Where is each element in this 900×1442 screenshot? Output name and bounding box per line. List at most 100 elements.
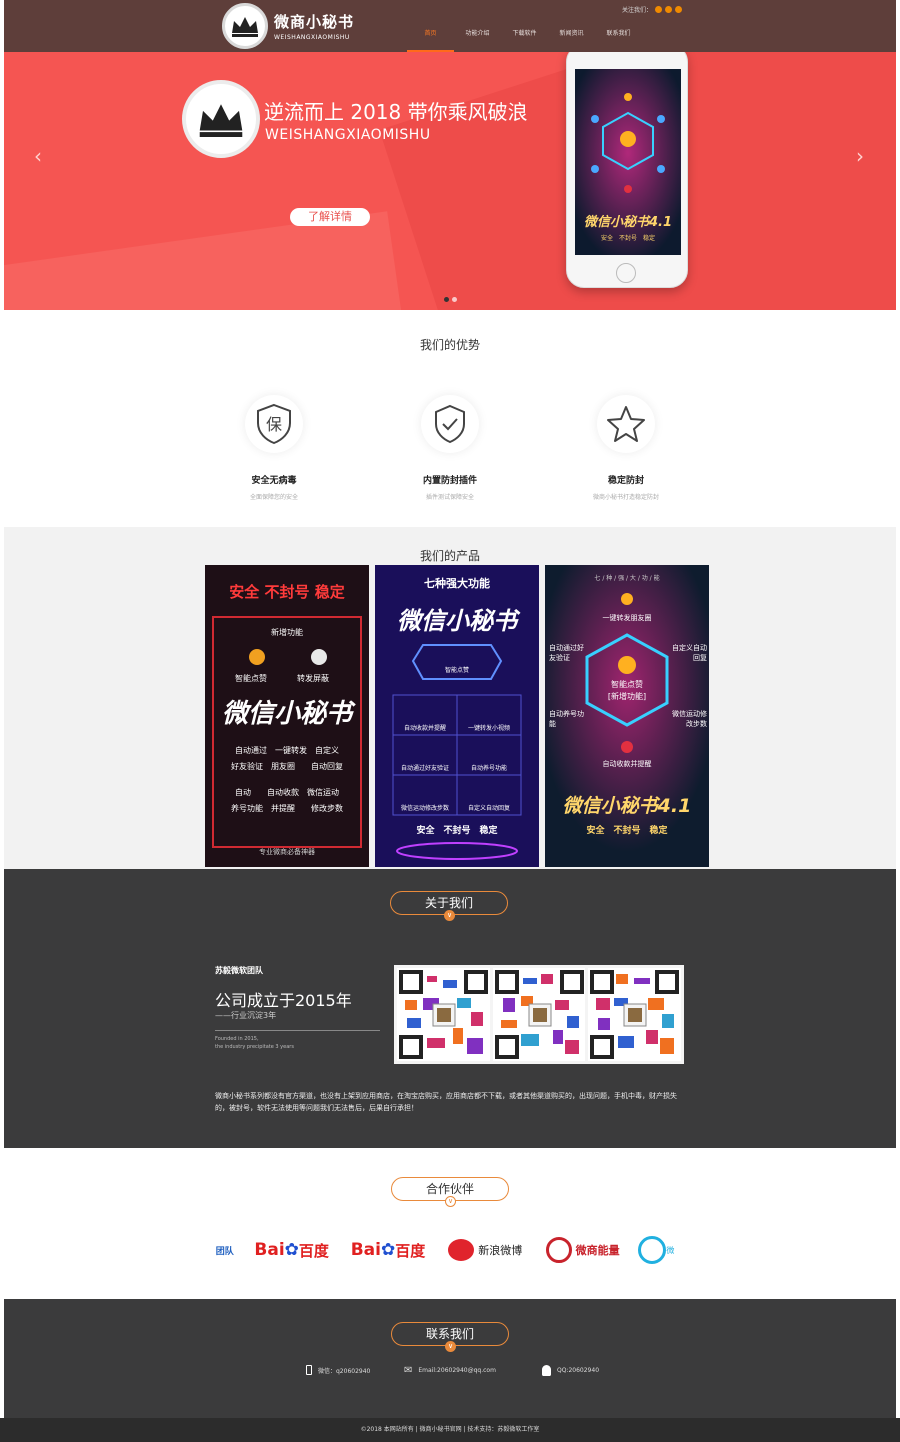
partner-logo[interactable]: 微商能量	[540, 1228, 624, 1272]
products-title: 我们的产品	[419, 549, 480, 563]
home-button	[616, 263, 636, 283]
product-new: 新增功能	[271, 628, 303, 637]
banner-subtitle: WEISHANGXIAOMISHU	[265, 127, 431, 143]
product-feature: 自定义自动回复	[672, 644, 707, 662]
product-cell: 自定义自动回复	[467, 805, 510, 812]
partner-name: 微	[666, 1245, 675, 1255]
slide-dot[interactable]	[444, 297, 449, 302]
slide-dot[interactable]	[452, 297, 457, 302]
product-footer: 安全 不封号 稳定	[416, 826, 498, 836]
prev-slide-icon[interactable]: ‹	[34, 144, 42, 168]
banner-title: 逆流而上 2018 带你乘风破浪	[264, 100, 528, 124]
phone-screen: 微信小秘书4.1 安全 不封号 稳定	[575, 69, 681, 255]
nav-features[interactable]: 功能介绍	[454, 24, 501, 52]
advantage-name: 稳定防封	[607, 476, 644, 486]
product-row: 自动 自动收款 微信运动	[235, 788, 339, 797]
shield-check-icon	[421, 395, 479, 453]
about-title: 关于我们 ∨	[390, 891, 508, 921]
product-brand: 微信小秘书4.1	[562, 795, 692, 817]
partner-logo[interactable]: 新浪微博	[442, 1228, 528, 1272]
product-card[interactable]: 七 / 种 / 强 / 大 / 功 / 能 一键转发朋友圈 自动通过好友验证 自…	[545, 565, 709, 867]
advantage-desc: 插件测试保障安全	[425, 494, 474, 501]
learn-more-button[interactable]: 了解详情	[290, 208, 370, 226]
advantage-item: 内置防封插件 插件测试保障安全	[380, 395, 520, 501]
contact-email-text[interactable]: Email:20602940@qq.com	[418, 1367, 496, 1374]
product-center-sub: [新增功能]	[607, 692, 647, 701]
about-en: Founded in 2015, the industry precipitat…	[215, 1035, 335, 1051]
partner-logo[interactable]: Bai ✿ 百度	[250, 1228, 334, 1272]
partner-name: 百度	[298, 1241, 329, 1260]
product-cell: 自动养号功能	[470, 765, 507, 772]
logo-title: 微商小秘书	[274, 13, 355, 31]
baidu-paw-icon: ✿	[380, 1240, 396, 1260]
contact-qq-text: QQ:20602940	[557, 1367, 600, 1374]
phone-tagline: 安全 不封号 稳定	[600, 235, 655, 242]
product-brand: 微信小秘书	[397, 607, 517, 635]
hero-banner: 逆流而上 2018 带你乘风破浪 WEISHANGXIAOMISHU 了解详情 …	[4, 52, 896, 310]
advantage-item: 保 安全无病毒 全面保障您的安全	[204, 395, 344, 501]
weibo-icon	[448, 1239, 475, 1261]
product-cell: 微信运动修改步数	[400, 805, 449, 812]
contact-phone-text: 微信：q20602940	[318, 1367, 371, 1375]
chevron-down-icon: ∨	[445, 1196, 456, 1207]
site-logo[interactable]: 微商小秘书 WEISHANGXIAOMISHU	[222, 3, 354, 49]
shield-bao-icon: 保	[245, 395, 303, 453]
advantage-name: 内置防封插件	[422, 476, 477, 486]
partner-logo[interactable]: Bai ✿ 百度	[346, 1228, 430, 1272]
product-cell: 自动收款并提醒	[403, 725, 446, 732]
partners-title: 合作伙伴 ∨	[391, 1177, 509, 1207]
founded-year: 公司成立于2015年	[215, 991, 352, 1010]
advantages-title: 我们的优势	[419, 338, 480, 352]
product-headline: 七种强大功能	[424, 577, 490, 590]
contact-phone: 微信：q20602940	[306, 1365, 370, 1375]
partner-logo[interactable]: 团队	[212, 1228, 238, 1272]
product-row: 自动通过 一键转发 自定义	[235, 746, 339, 755]
product-feature: 微信运动修改步数	[672, 710, 707, 728]
nav-download[interactable]: 下载软件	[501, 24, 548, 52]
logo-subtitle: WEISHANGXIAOMISHU	[274, 34, 350, 41]
weibo-icon[interactable]	[665, 6, 673, 13]
crown-logo-icon	[222, 3, 268, 49]
footer: ©2018 本网站所有 | 微商小秘书官网 | 技术支持：苏毅微软工作室	[0, 1418, 900, 1442]
product-headline: 七 / 种 / 强 / 大 / 功 / 能	[594, 575, 660, 582]
main-nav: 首页 功能介绍 下载软件 新闻资讯 联系我们	[407, 24, 642, 52]
about-en-line: the industry precipitate 3 years	[215, 1044, 294, 1050]
team-name: 苏毅微软团队	[215, 966, 263, 975]
wechat-icon[interactable]	[675, 6, 683, 13]
baidu-paw-icon: ✿	[284, 1240, 299, 1260]
follow-label: 关注我们：	[622, 7, 653, 14]
phone-mockup: 微信小秘书4.1 安全 不封号 稳定	[566, 52, 688, 288]
product-feature: 自动收款并提醒	[602, 760, 652, 768]
follow-us: 关注我们：	[622, 5, 683, 14]
partner-logo[interactable]: 微	[637, 1228, 676, 1272]
slide-indicators	[444, 297, 457, 302]
contact-email: ✉ Email:20602940@qq.com	[404, 1365, 496, 1376]
advantage-item: 稳定防封 微商小秘书打造稳定防封	[556, 395, 696, 501]
product-feature: 自动通过好友验证	[549, 644, 584, 662]
contact-qq: QQ:20602940	[542, 1365, 599, 1376]
qq-icon[interactable]	[655, 6, 663, 13]
product-card[interactable]: 安全 不封号 稳定 新增功能 智能点赞 转发屏蔽 微信小秘书 自动通过 一键转发…	[205, 565, 369, 867]
svg-text:保: 保	[266, 415, 282, 434]
nav-home[interactable]: 首页	[407, 24, 454, 52]
nav-contact[interactable]: 联系我们	[595, 24, 642, 52]
partner-logos: 团队 Bai ✿ 百度 Bai ✿ 百度 新浪微博 微商能量 微	[212, 1228, 688, 1272]
product-card[interactable]: 七种强大功能 微信小秘书 智能点赞 自动收款并提醒 一键转发小视频 自动通过好友…	[375, 565, 539, 867]
product-cell: 自动通过好友验证	[400, 765, 449, 772]
product-row: 养号功能 并提醒 修改步数	[231, 804, 343, 813]
product-footer: 专业微商必备神器	[259, 848, 315, 856]
product-center: 智能点赞	[444, 667, 469, 674]
top-header: 微商小秘书 WEISHANGXIAOMISHU 关注我们： 首页 功能介绍 下载…	[4, 0, 896, 52]
product-headline: 安全 不封号 稳定	[229, 583, 345, 601]
star-icon	[597, 395, 655, 453]
advantage-desc: 全面保障您的安全	[249, 494, 298, 501]
product-feature: 一键转发朋友圈	[602, 614, 652, 622]
products-section: 我们的产品 安全 不封号 稳定 新增功能 智能点赞 转发屏蔽 微信小秘书 自动通…	[4, 527, 896, 869]
qr-code-image	[492, 968, 586, 1061]
nav-news[interactable]: 新闻资讯	[548, 24, 595, 52]
partner-name: 微商能量	[575, 1244, 620, 1257]
next-slide-icon[interactable]: ›	[856, 144, 864, 168]
mail-icon: ✉	[404, 1365, 413, 1376]
qq-penguin-icon	[542, 1365, 551, 1376]
phone-brand: 微信小秘书4.1	[583, 215, 673, 230]
